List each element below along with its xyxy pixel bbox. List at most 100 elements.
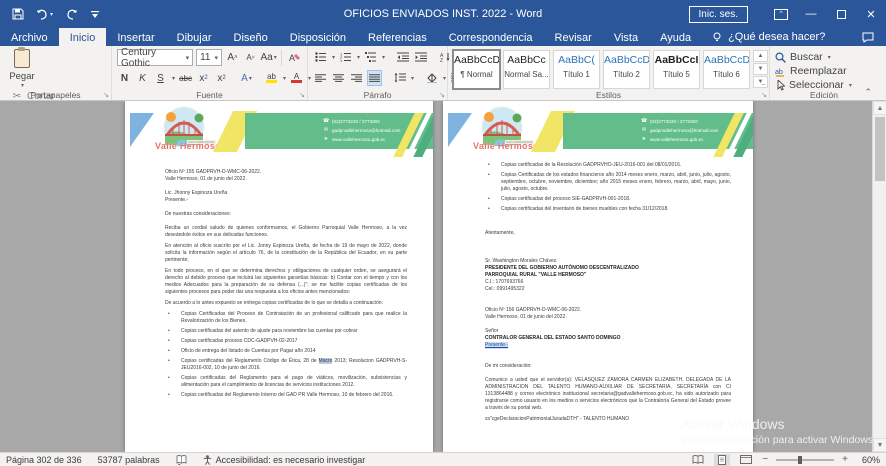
underline-button[interactable]: S xyxy=(153,70,168,86)
undo-icon[interactable]: ▾ xyxy=(36,9,53,20)
clipboard-dialog-launcher-icon[interactable]: ↘ xyxy=(103,91,109,99)
increase-indent-icon[interactable] xyxy=(413,49,428,65)
style-t-tulo-1[interactable]: AaBbC(Título 1 xyxy=(553,50,600,89)
change-case-button[interactable]: Aa▾ xyxy=(261,50,276,66)
text-effects-icon[interactable]: A▾ xyxy=(239,70,254,86)
accessibility-status[interactable]: Accesibilidad: es necesario investigar xyxy=(203,455,366,465)
style-normal-sa-[interactable]: AaBbCcNormal Sa... xyxy=(503,50,550,89)
align-right-icon[interactable] xyxy=(349,70,364,86)
shrink-font-button[interactable]: A˅ xyxy=(243,50,258,66)
tell-me-search[interactable]: ¿Qué desea hacer? xyxy=(702,28,835,46)
find-button[interactable]: Buscar▾ xyxy=(775,51,873,63)
tab-revisar[interactable]: Revisar xyxy=(544,28,603,46)
subscript-button[interactable]: x2 xyxy=(196,70,211,86)
feedback-icon[interactable] xyxy=(850,28,886,46)
sign-in-button[interactable]: Inic. ses. xyxy=(689,6,748,23)
highlight-color-button[interactable]: ab xyxy=(264,70,279,86)
align-left-icon[interactable] xyxy=(313,70,328,86)
tab-vista[interactable]: Vista xyxy=(603,28,649,46)
blank-line xyxy=(485,251,731,258)
document-page-1[interactable]: Valle Hermoso GAD PARROQUIAL ☎(02)277322… xyxy=(125,101,433,452)
line-spacing-icon[interactable] xyxy=(392,70,407,86)
tab-disposición[interactable]: Disposición xyxy=(279,28,357,46)
styles-up-icon[interactable]: ▲ xyxy=(753,50,768,62)
style-t-tulo-2[interactable]: AaBbCcDTítulo 2 xyxy=(603,50,650,89)
paste-dropdown-icon[interactable]: ▾ xyxy=(6,82,39,89)
clear-formatting-icon[interactable]: A xyxy=(287,50,302,66)
blank-line xyxy=(485,237,731,244)
scroll-up-icon[interactable]: ▲ xyxy=(873,101,886,115)
decrease-indent-icon[interactable] xyxy=(395,49,410,65)
bullet-dot: • xyxy=(485,162,501,169)
text-line: Señor xyxy=(485,328,731,335)
restore-icon[interactable] xyxy=(826,0,856,28)
close-icon[interactable]: ✕ xyxy=(856,0,886,28)
ribbon-display-options-icon[interactable]: ⌃ xyxy=(766,0,796,28)
style-t-tulo-6[interactable]: AaBbCcDcTítulo 6 xyxy=(703,50,750,89)
underline-dropdown-icon[interactable]: ▾ xyxy=(172,75,175,82)
tab-diseño[interactable]: Diseño xyxy=(223,28,279,46)
page-1-text[interactable]: Oficio Nº 155 GADPRVH-D-WMC-06-2022.Vall… xyxy=(125,155,433,399)
font-color-button[interactable]: A xyxy=(289,70,304,86)
word-count[interactable]: 53787 palabras xyxy=(98,455,160,465)
proofing-status-icon[interactable] xyxy=(176,455,187,465)
tab-insertar[interactable]: Insertar xyxy=(106,28,165,46)
group-styles: AaBbCcD¶ NormalAaBbCcNormal Sa...AaBbC(T… xyxy=(448,46,770,100)
styles-more-icon[interactable]: ▼̲ xyxy=(753,76,768,88)
text-line: Presente.- xyxy=(485,342,731,349)
zoom-slider[interactable] xyxy=(776,459,834,461)
minimize-icon[interactable]: — xyxy=(796,0,826,28)
tab-dibujar[interactable]: Dibujar xyxy=(166,28,223,46)
strikethrough-button[interactable]: abc xyxy=(178,70,193,86)
bold-button[interactable]: N xyxy=(117,70,132,86)
zoom-slider-thumb[interactable] xyxy=(798,456,802,464)
styles-dialog-launcher-icon[interactable]: ↘ xyxy=(761,91,767,99)
tab-inicio[interactable]: Inicio xyxy=(59,28,107,46)
vertical-scrollbar[interactable]: ▲ ▼ xyxy=(872,101,886,452)
scrollbar-thumb[interactable] xyxy=(875,117,885,181)
paste-button[interactable]: Pegar ▾ xyxy=(5,49,39,89)
print-layout-icon[interactable] xyxy=(714,454,730,466)
italic-button[interactable]: K xyxy=(135,70,150,86)
tab-archivo[interactable]: Archivo xyxy=(0,28,59,46)
customize-qat-icon[interactable] xyxy=(90,10,100,19)
tab-correspondencia[interactable]: Correspondencia xyxy=(438,28,544,46)
scroll-down-icon[interactable]: ▼ xyxy=(873,438,886,452)
grow-font-button[interactable]: A˄ xyxy=(225,50,240,66)
align-center-icon[interactable] xyxy=(331,70,346,86)
bullets-icon[interactable] xyxy=(313,49,328,65)
page-indicator[interactable]: Página 302 de 336 xyxy=(6,455,82,465)
multilevel-list-icon[interactable] xyxy=(363,49,378,65)
superscript-button[interactable]: x2 xyxy=(214,70,229,86)
shading-icon[interactable] xyxy=(424,70,439,86)
style-preview: AaBbCcD xyxy=(604,54,649,66)
collapse-ribbon-icon[interactable]: ⌃ xyxy=(864,87,872,98)
font-dialog-launcher-icon[interactable]: ↘ xyxy=(299,91,305,99)
font-size-select[interactable]: 11▾ xyxy=(196,49,222,66)
page-2-text[interactable]: •Copias certificadas de la Resolución GA… xyxy=(443,155,753,423)
paragraph-dialog-launcher-icon[interactable]: ↘ xyxy=(439,91,445,99)
zoom-level[interactable]: 60% xyxy=(856,455,880,465)
highlight-dropdown-icon[interactable]: ▾ xyxy=(283,75,286,82)
justify-icon[interactable] xyxy=(367,70,382,86)
bullet-dot: • xyxy=(165,348,181,355)
letterhead: Valle Hermoso GAD PARROQUIAL ☎(02)277322… xyxy=(443,109,753,155)
font-color-bar xyxy=(291,80,302,83)
style-t-tulo-5[interactable]: AaBbCcITítulo 5 xyxy=(653,50,700,89)
zoom-out-icon[interactable]: − xyxy=(762,454,768,465)
styles-down-icon[interactable]: ▼ xyxy=(753,63,768,75)
document-page-2[interactable]: Valle Hermoso GAD PARROQUIAL ☎(02)277322… xyxy=(443,101,753,452)
style--normal[interactable]: AaBbCcD¶ Normal xyxy=(453,50,500,89)
tab-referencias[interactable]: Referencias xyxy=(357,28,438,46)
replace-button[interactable]: ab Reemplazar xyxy=(775,65,873,77)
numbering-icon[interactable]: 123 xyxy=(338,49,353,65)
save-icon[interactable] xyxy=(12,8,24,20)
text-line: Sr. Washington Morales Chávez. xyxy=(485,258,731,265)
read-mode-icon[interactable] xyxy=(690,454,706,466)
font-family-select[interactable]: Century Gothic▾ xyxy=(117,49,193,66)
tab-ayuda[interactable]: Ayuda xyxy=(649,28,702,46)
zoom-in-icon[interactable]: + xyxy=(842,454,848,465)
redo-icon[interactable] xyxy=(65,9,78,20)
web-layout-icon[interactable] xyxy=(738,454,754,466)
document-area[interactable]: Valle Hermoso GAD PARROQUIAL ☎(02)277322… xyxy=(0,101,886,452)
